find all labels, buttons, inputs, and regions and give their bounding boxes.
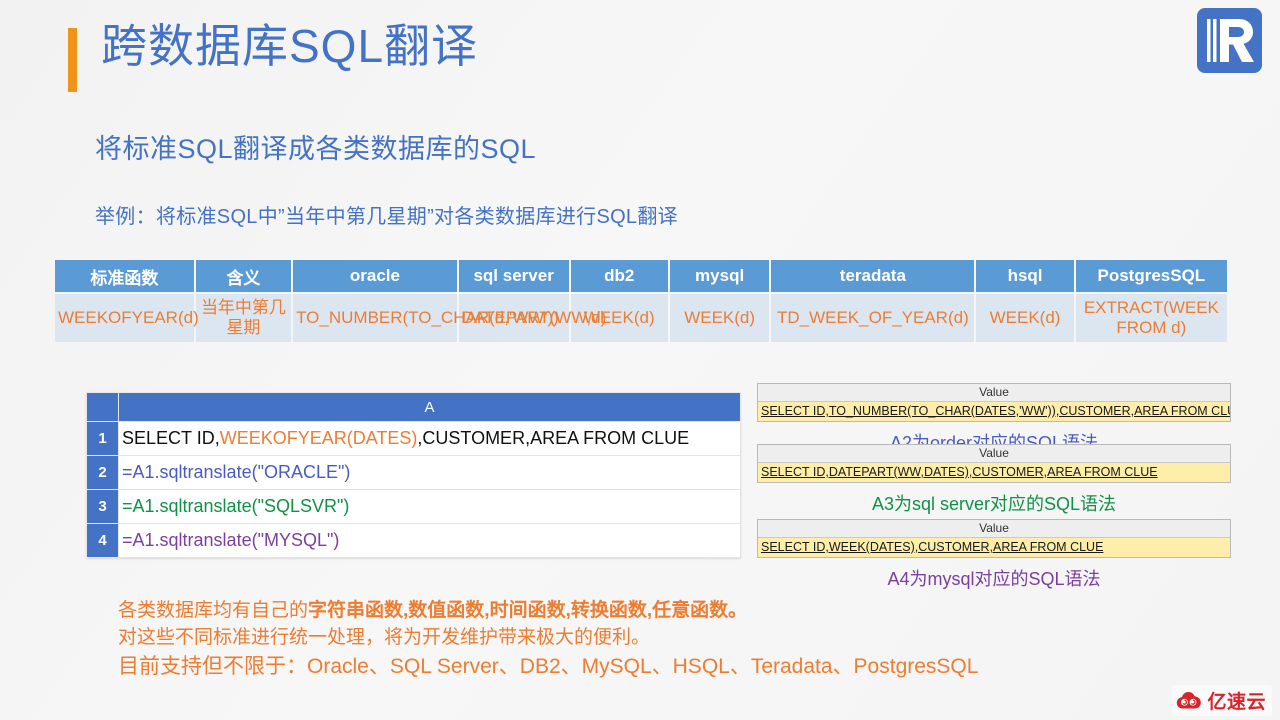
result-caption: A4为mysql对应的SQL语法 — [887, 569, 1101, 589]
col-header-mysql: mysql — [669, 260, 770, 292]
cell-teradata: TD_WEEK_OF_YEAR(d) — [771, 294, 975, 342]
cell-postgressql: EXTRACT(WEEK FROM d) — [1075, 294, 1227, 342]
code-spreadsheet[interactable]: A 1 SELECT ID,WEEKOFYEAR(DATES),CUSTOMER,… — [86, 392, 741, 558]
result-value-row[interactable]: SELECT ID,TO_NUMBER(TO_CHAR(DATES,'WW'))… — [758, 402, 1230, 421]
note-line-3: 目前支持但不限于：Oracle、SQL Server、DB2、MySQL、HSQ… — [118, 654, 979, 678]
result-value-text: SELECT ID,DATEPART(WW,DATES),CUSTOMER,AR… — [761, 465, 1158, 479]
cell-mysql: WEEK(d) — [669, 294, 770, 342]
col-header-teradata: teradata — [771, 260, 975, 292]
code-token: WEEKOFYEAR(DATES) — [219, 428, 418, 448]
title-accent-bar — [68, 28, 77, 92]
sheet-row-header[interactable]: 2 — [86, 455, 119, 490]
result-caption: A3为sql server对应的SQL语法 — [871, 494, 1117, 514]
subtitle-primary: 将标准SQL翻译成各类数据库的SQL — [95, 134, 537, 164]
sheet-column-header-a[interactable]: A — [118, 392, 741, 422]
cell-meaning: 当年中第几星期 — [195, 294, 292, 342]
note-line-2: 对这些不同标准进行统一处理，将为开发维护带来极大的便利。 — [118, 626, 651, 648]
result-panel-a3: Value SELECT ID,DATEPART(WW,DATES),CUSTO… — [757, 444, 1231, 516]
code-token: SELECT ID, — [122, 428, 220, 448]
col-header-hsql: hsql — [976, 260, 1074, 292]
col-header-oracle: oracle — [293, 260, 457, 292]
sheet-corner-cell — [86, 392, 119, 422]
result-panel-a4: Value SELECT ID,WEEK(DATES),CUSTOMER,ARE… — [757, 519, 1231, 591]
table-header-row: 标准函数 含义 oracle sql server db2 mysql tera… — [55, 260, 1227, 292]
cell-db2: WEEK(d) — [570, 294, 668, 342]
result-value-header: Value — [758, 445, 1230, 463]
result-value-text: SELECT ID,WEEK(DATES),CUSTOMER,AREA FROM… — [761, 540, 1104, 554]
sheet-row: 4 =A1.sqltranslate("MYSQL") — [86, 523, 741, 558]
note-line-1-bold: 字符串函数,数值函数,时间函数,转换函数,任意函数。 — [308, 600, 748, 621]
cloud-icon — [1177, 691, 1202, 708]
result-value-row[interactable]: SELECT ID,WEEK(DATES),CUSTOMER,AREA FROM… — [758, 538, 1230, 557]
result-value-header: Value — [758, 384, 1230, 402]
subtitle-example: 举例：将标准SQL中”当年中第几星期”对各类数据库进行SQL翻译 — [95, 206, 678, 228]
page-title: 跨数据库SQL翻译 — [101, 20, 479, 72]
sheet-row: 2 =A1.sqltranslate("ORACLE") — [86, 455, 741, 490]
code-token: =A1.sqltranslate("ORACLE") — [122, 462, 351, 482]
note-line-1: 各类数据库均有自己的字符串函数,数值函数,时间函数,转换函数,任意函数。 — [118, 598, 978, 625]
table-row: WEEKOFYEAR(d) 当年中第几星期 TO_NUMBER(TO_CHAR(… — [55, 294, 1227, 342]
result-value-header: Value — [758, 520, 1230, 538]
function-mapping-table: 标准函数 含义 oracle sql server db2 mysql tera… — [53, 258, 1229, 344]
sheet-row-header[interactable]: 3 — [86, 489, 119, 524]
code-token: ,CUSTOMER,AREA FROM CLUE — [417, 428, 690, 448]
result-box: Value SELECT ID,TO_NUMBER(TO_CHAR(DATES,… — [757, 383, 1231, 422]
bottom-notes: 各类数据库均有自己的字符串函数,数值函数,时间函数,转换函数,任意函数。 对这些… — [118, 598, 978, 682]
cell-oracle: TO_NUMBER(TO_CHAR(d,'WW')) — [293, 294, 559, 342]
sheet-row-header[interactable]: 1 — [86, 421, 119, 456]
sheet-cell-a2[interactable]: =A1.sqltranslate("ORACLE") — [118, 455, 741, 490]
result-box: Value SELECT ID,DATEPART(WW,DATES),CUSTO… — [757, 444, 1231, 483]
col-header-standard-function: 标准函数 — [55, 260, 194, 292]
watermark: 亿速云 — [1172, 685, 1272, 716]
sheet-row-header[interactable]: 4 — [86, 523, 119, 558]
sheet-row: 1 SELECT ID,WEEKOFYEAR(DATES),CUSTOMER,AR… — [86, 421, 741, 456]
sheet-header-row: A — [86, 392, 741, 422]
sheet-cell-a1[interactable]: SELECT ID,WEEKOFYEAR(DATES),CUSTOMER,ARE… — [118, 421, 741, 456]
note-line-1-prefix: 各类数据库均有自己的 — [118, 600, 309, 621]
col-header-sql-server: sql server — [458, 260, 569, 292]
slide-title-block: 跨数据库SQL翻译 — [68, 22, 478, 92]
code-token: =A1.sqltranslate("MYSQL") — [122, 530, 340, 550]
sheet-cell-a3[interactable]: =A1.sqltranslate("SQLSVR") — [118, 489, 741, 524]
result-value-text: SELECT ID,TO_NUMBER(TO_CHAR(DATES,'WW'))… — [761, 404, 1230, 418]
cell-standard-function: WEEKOFYEAR(d) — [55, 294, 199, 342]
col-header-postgressql: PostgresSQL — [1075, 260, 1227, 292]
sheet-cell-a4[interactable]: =A1.sqltranslate("MYSQL") — [118, 523, 741, 558]
result-value-row[interactable]: SELECT ID,DATEPART(WW,DATES),CUSTOMER,AR… — [758, 463, 1230, 482]
col-header-db2: db2 — [570, 260, 668, 292]
col-header-meaning: 含义 — [195, 260, 292, 292]
brand-logo — [1197, 8, 1262, 73]
cell-hsql: WEEK(d) — [976, 294, 1074, 342]
sheet-row: 3 =A1.sqltranslate("SQLSVR") — [86, 489, 741, 524]
watermark-text: 亿速云 — [1207, 692, 1266, 713]
result-box: Value SELECT ID,WEEK(DATES),CUSTOMER,ARE… — [757, 519, 1231, 558]
cell-sql-server: DATEPART(WW,d) — [458, 294, 606, 342]
code-token: =A1.sqltranslate("SQLSVR") — [122, 496, 350, 516]
